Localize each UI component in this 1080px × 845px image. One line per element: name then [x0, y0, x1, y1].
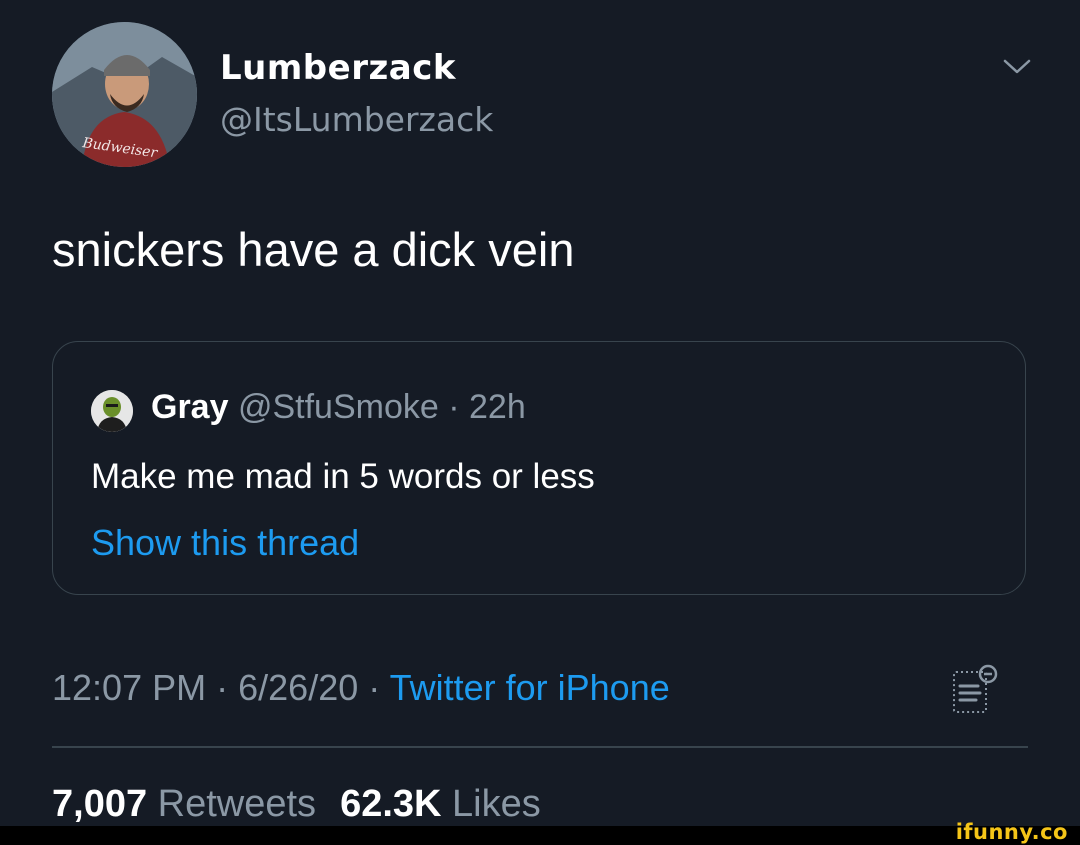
- divider: [52, 746, 1028, 748]
- quoted-author-handle[interactable]: @StfuSmoke: [238, 388, 439, 426]
- retweets-stat[interactable]: 7,007 Retweets: [52, 783, 316, 825]
- quoted-tweet-header: Gray @StfuSmoke · 22h: [151, 388, 526, 427]
- tweet-text: snickers have a dick vein: [52, 223, 575, 276]
- tweet-time: 12:07 PM: [52, 667, 207, 708]
- likes-stat[interactable]: 62.3K Likes: [340, 783, 541, 825]
- profile-photo-icon: [91, 390, 133, 432]
- author-avatar[interactable]: Budweiser: [52, 22, 197, 167]
- author-handle[interactable]: @ItsLumberzack: [220, 100, 493, 139]
- quoted-author-name[interactable]: Gray: [151, 388, 229, 426]
- analytics-icon[interactable]: [950, 658, 998, 716]
- chevron-down-icon[interactable]: [1002, 56, 1032, 78]
- quoted-tweet-time[interactable]: 22h: [469, 388, 526, 426]
- retweets-label: Retweets: [157, 783, 317, 825]
- likes-count: 62.3K: [340, 783, 442, 825]
- separator-dot: ·: [448, 388, 460, 426]
- footer-bar: [0, 826, 1080, 845]
- author-display-name[interactable]: Lumberzack: [220, 48, 456, 88]
- profile-photo-icon: Budweiser: [52, 22, 197, 167]
- quoted-author-avatar[interactable]: [91, 390, 133, 432]
- tweet-stats: 7,007 Retweets 62.3K Likes: [52, 783, 541, 826]
- quoted-tweet-text: Make me mad in 5 words or less: [91, 457, 595, 496]
- tweet-meta: 12:07 PM · 6/26/20 · Twitter for iPhone: [52, 667, 670, 709]
- separator-dot: ·: [216, 667, 229, 708]
- likes-label: Likes: [452, 783, 541, 825]
- tweet-source-link[interactable]: Twitter for iPhone: [390, 667, 670, 708]
- show-thread-link[interactable]: Show this thread: [91, 522, 359, 564]
- ifunny-watermark: ifunny.co: [955, 820, 1068, 844]
- separator-dot: ·: [368, 667, 381, 708]
- retweets-count: 7,007: [52, 783, 148, 825]
- tweet-date: 6/26/20: [238, 667, 359, 708]
- quoted-tweet-card[interactable]: Gray @StfuSmoke · 22h Make me mad in 5 w…: [52, 341, 1026, 595]
